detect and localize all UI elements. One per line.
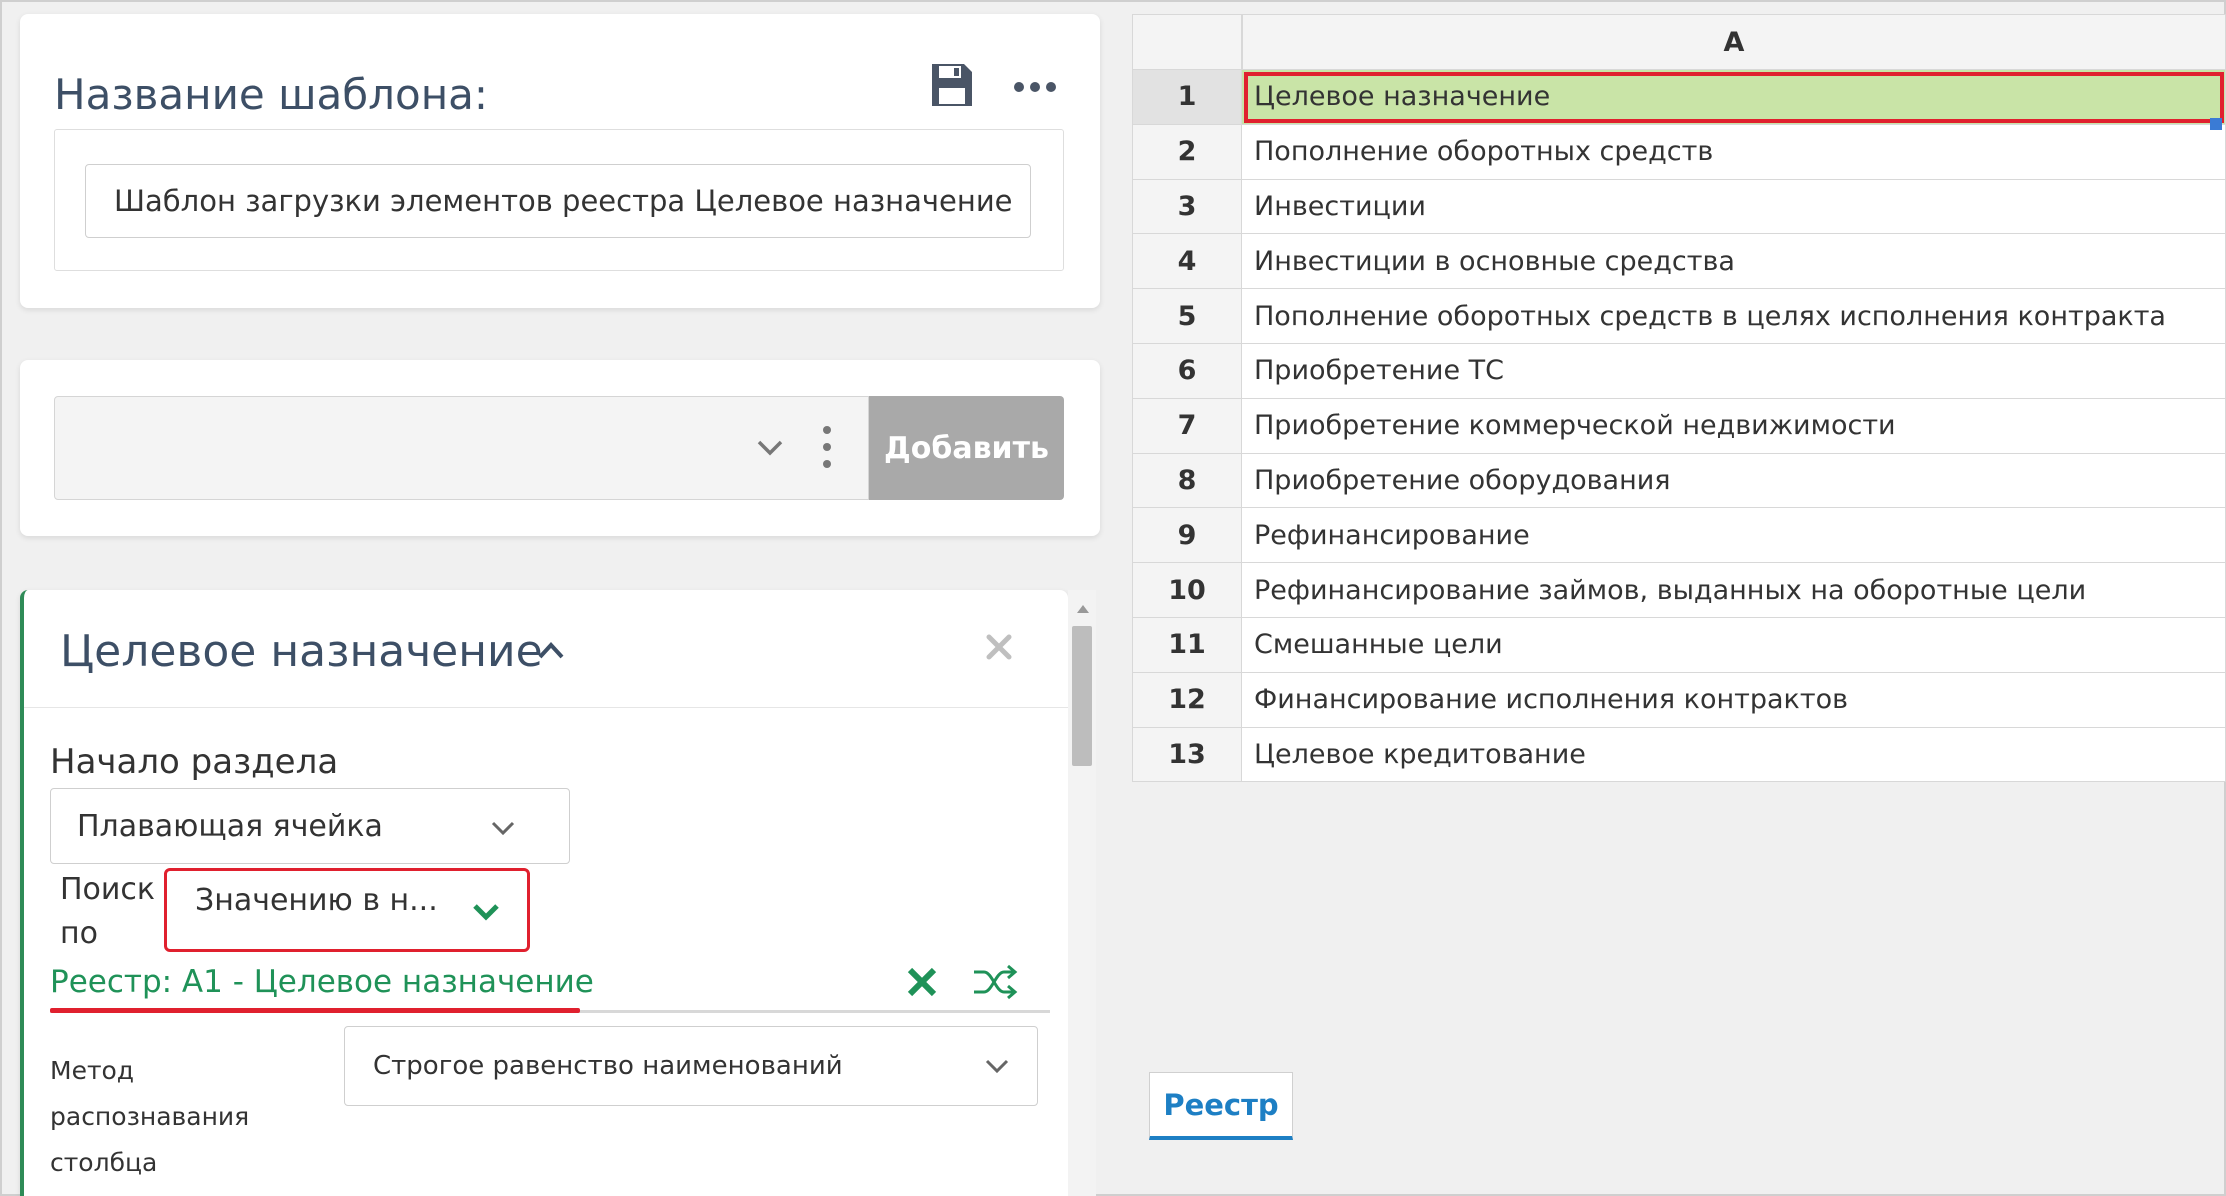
scroll-up-icon[interactable] (1076, 604, 1090, 614)
section-start-label: Начало раздела (50, 742, 339, 782)
add-element-card: Добавить (20, 360, 1100, 536)
search-by-label: Поиск по (60, 872, 156, 951)
row-number[interactable]: 12 (1132, 672, 1242, 728)
sheet-row: 11 Смешанные цели (1132, 618, 2226, 673)
sheet-row: 7 Приобретение коммерческой недвижимости (1132, 398, 2226, 454)
column-method-select[interactable]: Строгое равенство наименований (344, 1026, 1038, 1106)
sheet-corner[interactable] (1132, 14, 1242, 70)
add-button[interactable]: Добавить (869, 396, 1064, 500)
row-number[interactable]: 3 (1132, 179, 1242, 235)
element-select[interactable] (54, 396, 869, 500)
row-number[interactable]: 7 (1132, 398, 1242, 454)
section-title: Целевое назначение (60, 626, 543, 677)
sheet-row: 1 Целевое назначение (1132, 70, 2226, 125)
save-icon[interactable] (930, 62, 974, 108)
sheet-cell[interactable]: Приобретение ТС (1242, 344, 2226, 399)
row-number[interactable]: 13 (1132, 727, 1242, 783)
search-by-select[interactable]: Значению в н... (164, 868, 530, 952)
sheet-row: 10 Рефинансирование займов, выданных на о… (1132, 563, 2226, 618)
sheet-row: 2 Пополнение оборотных средств (1132, 124, 2226, 180)
sheet-cell[interactable]: Рефинансирование (1242, 508, 2226, 564)
left-panel-scrollbar[interactable] (1068, 590, 1096, 1196)
scroll-thumb[interactable] (1072, 626, 1092, 766)
row-number[interactable]: 6 (1132, 344, 1242, 399)
sheet-cell[interactable]: Инвестиции (1242, 179, 2226, 235)
chevron-down-icon (473, 904, 499, 921)
sheet-cell[interactable]: Приобретение коммерческой недвижимости (1242, 398, 2226, 454)
sheet-row: 3 Инвестиции (1132, 179, 2226, 235)
close-icon[interactable] (984, 632, 1014, 662)
section-header: Целевое назначение (24, 590, 1068, 708)
sheet-row: 5 Пополнение оборотных средств в целях ис… (1132, 289, 2226, 344)
template-name-card: Название шаблона: Шаблон загрузки элемен… (20, 14, 1100, 308)
sheet-cell[interactable]: Целевое кредитование (1242, 727, 2226, 783)
section-card: Целевое назначение Начало раздела Плаваю… (20, 590, 1068, 1196)
sheet-row: 6 Приобретение ТС (1132, 344, 2226, 399)
template-name-title: Название шаблона: (54, 70, 489, 119)
column-method-value: Строгое равенство наименований (373, 1051, 843, 1081)
more-icon[interactable] (1010, 72, 1060, 102)
row-number[interactable]: 10 (1132, 563, 1242, 618)
template-name-box: Шаблон загрузки элементов реестра Целево… (54, 129, 1064, 271)
row-number[interactable]: 8 (1132, 453, 1242, 509)
sheet-row: 13 Целевое кредитование (1132, 727, 2226, 783)
sheet-cell[interactable]: Пополнение оборотных средств в целях исп… (1242, 289, 2226, 344)
sheet-cell[interactable]: Целевое назначение (1242, 70, 2226, 125)
sheet-cell[interactable]: Финансирование исполнения контрактов (1242, 672, 2226, 728)
collapse-icon[interactable] (534, 638, 568, 662)
sheet-row: 8 Приобретение оборудования (1132, 453, 2226, 509)
vertical-dots-icon[interactable] (819, 423, 835, 471)
spreadsheet: A 1 Целевое назначение 2 Пополнение оборотн… (1132, 14, 2226, 783)
registry-highlight-underline (50, 1008, 580, 1013)
sheet-row: 12 Финансирование исполнения контрактов (1132, 672, 2226, 728)
row-number[interactable]: 9 (1132, 508, 1242, 564)
sheet-cell[interactable]: Инвестиции в основные средства (1242, 234, 2226, 290)
section-start-select[interactable]: Плавающая ячейка (50, 788, 570, 864)
sheet-row: 4 Инвестиции в основные средства (1132, 234, 2226, 290)
row-number[interactable]: 4 (1132, 234, 1242, 290)
registry-link[interactable]: Реестр: A1 - Целевое назначение (50, 964, 594, 1000)
row-number[interactable]: 5 (1132, 289, 1242, 344)
sheet-tab-registry[interactable]: Реестр (1149, 1072, 1293, 1140)
sheet-cell[interactable]: Пополнение оборотных средств (1242, 124, 2226, 180)
shuffle-icon[interactable] (972, 962, 1018, 1002)
column-header-a[interactable]: A (1242, 14, 2226, 70)
chevron-down-icon (491, 821, 515, 836)
row-number[interactable]: 2 (1132, 124, 1242, 180)
section-start-value: Плавающая ячейка (77, 809, 383, 844)
chevron-down-icon (985, 1059, 1009, 1074)
sheet-cell[interactable]: Рефинансирование займов, выданных на обо… (1242, 563, 2226, 618)
row-number[interactable]: 1 (1132, 70, 1242, 125)
search-by-value: Значению в н... (195, 883, 438, 918)
column-method-label: Метод распознавания столбца (50, 1056, 250, 1177)
remove-x-icon[interactable] (904, 964, 940, 1000)
sheet-row: 9 Рефинансирование (1132, 508, 2226, 564)
selection-fill-handle[interactable] (2210, 118, 2222, 130)
chevron-down-icon[interactable] (755, 435, 785, 459)
sheet-cell[interactable]: Приобретение оборудования (1242, 453, 2226, 509)
sheet-cell[interactable]: Смешанные цели (1242, 618, 2226, 673)
row-number[interactable]: 11 (1132, 618, 1242, 673)
template-name-input[interactable]: Шаблон загрузки элементов реестра Целево… (85, 164, 1031, 238)
